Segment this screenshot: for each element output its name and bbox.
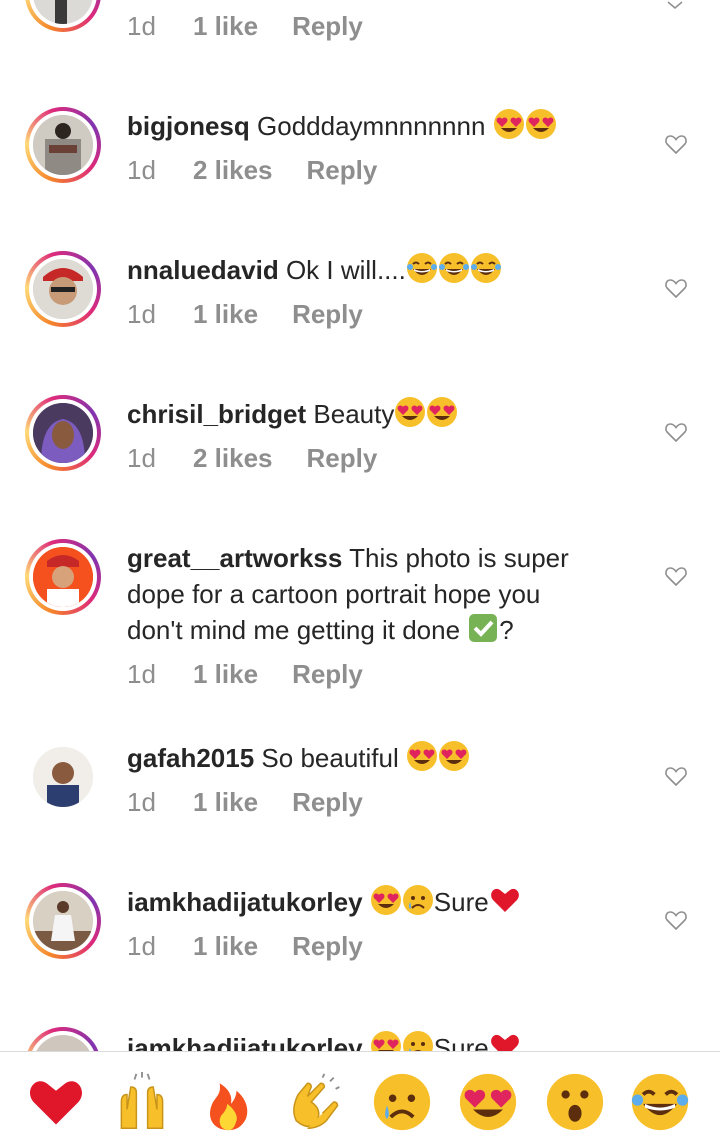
quick-reaction-bar [0,1051,720,1132]
tears-of-joy-emoji-icon [437,252,470,284]
comment-likes[interactable]: 1 like [193,296,258,332]
reply-button[interactable]: Reply [292,928,363,964]
avatar[interactable] [25,0,101,32]
comment-username[interactable]: chrisil_bridget [127,399,306,429]
comment-text-line2: dope for a cartoon portrait hope you [127,579,541,609]
surprised-face-reaction-icon[interactable] [545,1072,605,1132]
reply-button[interactable]: Reply [292,296,363,332]
avatar[interactable] [25,539,101,615]
reply-button[interactable]: Reply [292,784,363,820]
like-heart-icon[interactable] [664,420,688,444]
comment-likes[interactable]: 1 like [193,8,258,44]
comment-text: Sure [433,887,489,917]
heart-eyes-reaction-icon[interactable] [458,1072,518,1132]
comment-text: Ok I will.... [285,255,406,285]
heart-eyes-emoji-icon [394,396,426,428]
comment-text: Beauty [313,399,395,429]
reply-button[interactable]: Reply [307,152,378,188]
like-heart-icon[interactable] [664,132,688,156]
avatar[interactable] [25,883,101,959]
comment-text-suffix: ? [499,615,514,645]
comment-time: 1d [127,11,156,41]
comment-text-line3: don't mind me getting it done [127,615,461,645]
comment-time: 1d [127,659,156,689]
comment-likes[interactable]: 1 like [193,928,258,964]
heart-eyes-emoji-icon [426,396,458,428]
avatar[interactable] [25,107,101,183]
comment-text: Godddaymnnnnnnn [257,111,486,141]
like-heart-icon[interactable] [664,908,688,932]
comment-text: So beautiful [261,743,399,773]
comment-likes[interactable]: 2 likes [193,440,273,476]
reply-button[interactable]: Reply [292,656,363,692]
avatar[interactable] [25,251,101,327]
heart-eyes-emoji-icon [493,108,525,140]
heart-eyes-emoji-icon [406,740,438,772]
check-mark-emoji-icon [467,612,500,644]
tears-of-joy-reaction-icon[interactable] [630,1072,690,1132]
comment-username[interactable]: great__artworkss [127,543,342,573]
reply-button[interactable]: Reply [292,8,363,44]
comment-username[interactable]: nnaluedavid [127,255,279,285]
comment-time: 1d [127,299,156,329]
sad-face-reaction-icon[interactable] [372,1072,432,1132]
comment-time: 1d [127,443,156,473]
reply-button[interactable]: Reply [307,440,378,476]
comment-likes[interactable]: 2 likes [193,152,273,188]
like-heart-icon[interactable] [664,564,688,588]
red-heart-reaction-icon[interactable] [26,1072,86,1132]
heart-eyes-emoji-icon [370,884,402,916]
raising-hands-reaction-icon[interactable] [112,1072,172,1132]
comment-time: 1d [127,155,156,185]
comment-username[interactable]: gafah2015 [127,743,254,773]
heart-eyes-emoji-icon [438,740,470,772]
tears-of-joy-emoji-icon [405,252,438,284]
scroll-up-chevron-icon[interactable] [666,0,684,10]
comment-likes[interactable]: 1 like [193,656,258,692]
comment-likes[interactable]: 1 like [193,784,258,820]
comment-text-line1: This photo is super [349,543,569,573]
like-heart-icon[interactable] [664,276,688,300]
comment-time: 1d [127,787,156,817]
heart-eyes-emoji-icon [525,108,557,140]
tears-of-joy-emoji-icon [469,252,502,284]
comment-time: 1d [127,931,156,961]
sad-face-emoji-icon [401,884,434,916]
fire-reaction-icon[interactable] [199,1072,259,1132]
avatar[interactable] [25,739,101,815]
comment-username[interactable]: bigjonesq [127,111,250,141]
red-heart-emoji-icon [489,884,521,916]
clapping-hands-reaction-icon[interactable] [285,1072,345,1132]
avatar[interactable] [25,395,101,471]
like-heart-icon[interactable] [664,764,688,788]
comment-username[interactable]: iamkhadijatukorley [127,887,363,917]
